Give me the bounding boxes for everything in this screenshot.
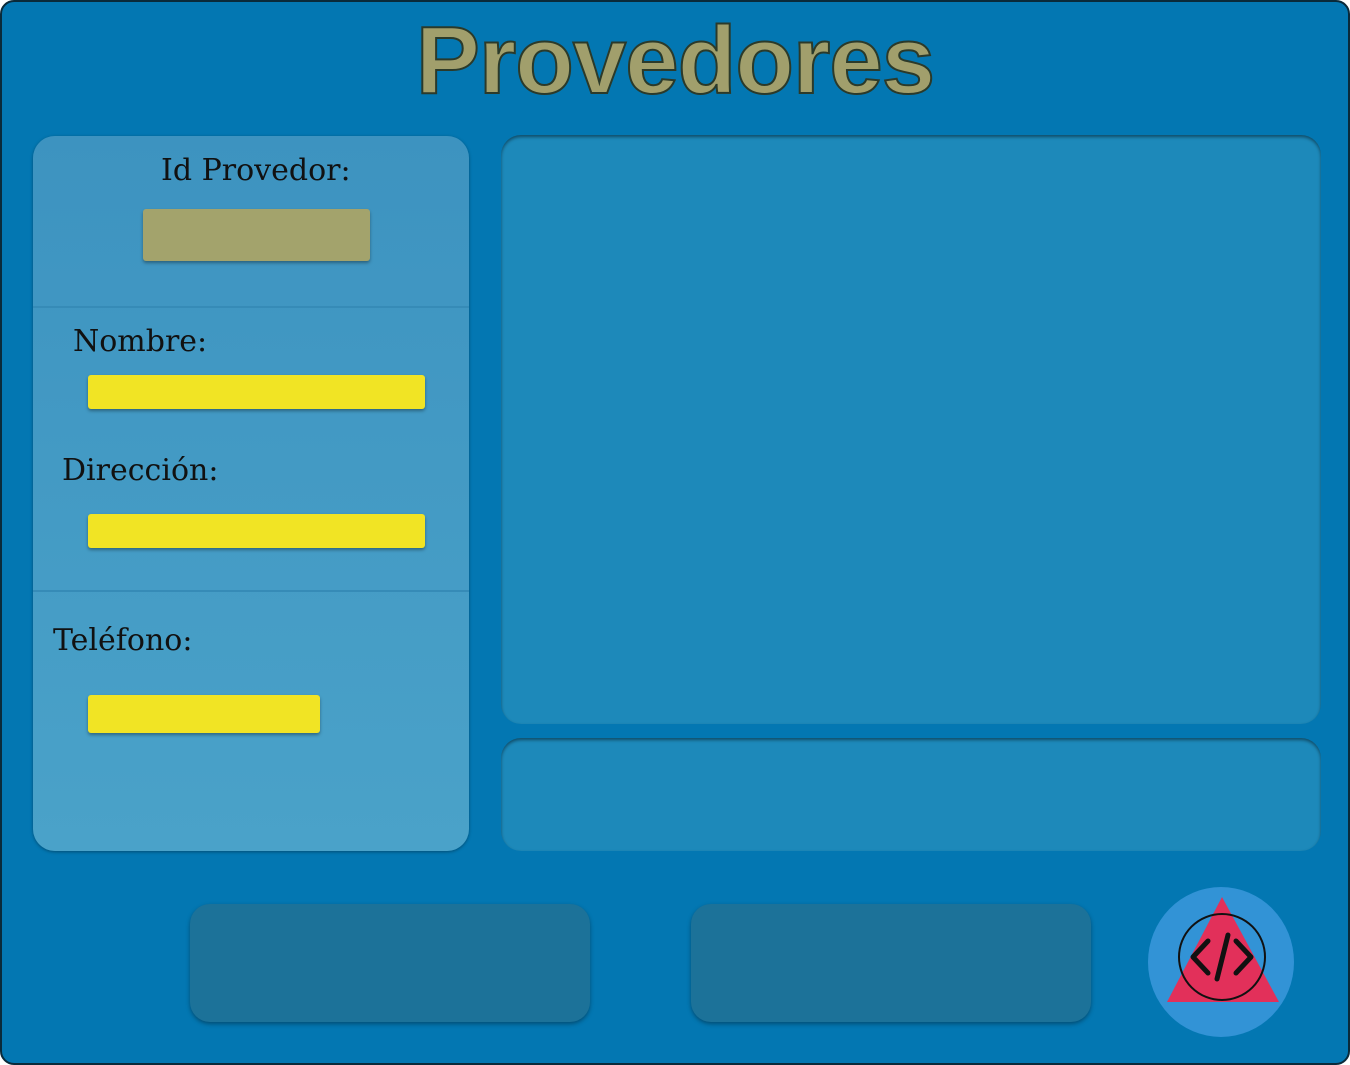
details-panel (501, 738, 1321, 851)
phone-label: Teléfono: (53, 623, 193, 658)
section-divider (33, 306, 469, 308)
app-window: Provedores Id Provedor: Nombre: Direcció… (0, 0, 1350, 1065)
section-divider (33, 590, 469, 592)
phone-field[interactable] (88, 695, 320, 733)
provider-form-panel: Id Provedor: Nombre: Dirección: Teléfono… (33, 136, 469, 851)
id-provider-field[interactable] (143, 209, 370, 261)
page-title: Provedores (415, 6, 936, 115)
id-provider-label: Id Provedor: (161, 153, 351, 188)
address-field[interactable] (88, 514, 425, 548)
logo-button[interactable] (1148, 887, 1294, 1037)
name-label: Nombre: (73, 324, 208, 359)
name-field[interactable] (88, 375, 425, 409)
address-label: Dirección: (62, 453, 219, 488)
action-button-right[interactable] (691, 904, 1091, 1022)
action-button-left[interactable] (190, 904, 590, 1022)
code-triangle-logo-icon (1167, 897, 1279, 1002)
providers-list-panel[interactable] (501, 135, 1321, 724)
